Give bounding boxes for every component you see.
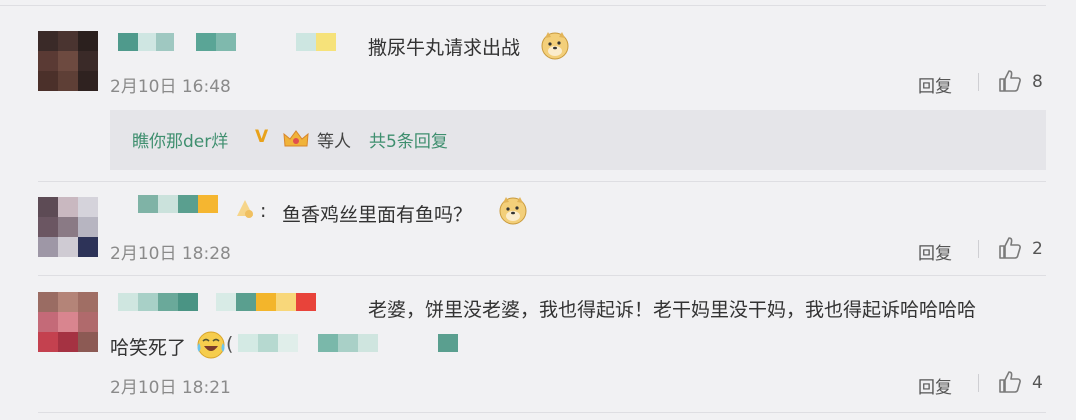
crown-icon [283,130,309,147]
thumbs-up-icon[interactable] [997,369,1023,395]
reply-button[interactable]: 回复 [918,373,952,398]
separator [978,240,979,258]
thumbs-up-icon[interactable] [997,235,1023,261]
reply-button[interactable]: 回复 [918,72,952,97]
doge-emoji-icon [499,197,527,225]
reply-username[interactable]: 瞧你那der烊 [132,127,228,152]
thumbs-up-icon[interactable] [997,68,1023,94]
comment-text-line2: 哈笑死了 [110,337,187,359]
comment-divider [38,412,1046,413]
comment-separator: : [260,200,267,222]
replies-preview[interactable]: 瞧你那der烊 V 等人 共5条回复 [110,110,1046,170]
like-count: 4 [1032,373,1043,393]
reply-button[interactable]: 回复 [918,239,952,264]
like-count: 2 [1032,239,1043,259]
timestamp: 2月10日 18:21 [110,378,231,398]
separator [978,73,979,91]
avatar[interactable] [38,31,98,91]
timestamp: 2月10日 16:48 [110,77,231,97]
mention-paren: ( [226,333,234,355]
comment-text: 撒尿牛丸请求出战 [368,37,521,59]
username-obscured[interactable] [118,293,316,311]
reply-others: 等人 [317,132,351,152]
username-obscured[interactable] [118,33,336,51]
verified-badge: V [255,127,269,147]
reply-count-link[interactable]: 共5条回复 [369,127,448,152]
top-divider [0,5,1046,6]
laugh-cry-emoji-icon [197,331,225,359]
like-count: 8 [1032,72,1043,92]
comment-text: 鱼香鸡丝里面有鱼吗？ [282,204,473,226]
timestamp: 2月10日 18:28 [110,244,231,264]
separator [978,374,979,392]
username-obscured[interactable] [138,195,218,213]
doge-emoji-icon [541,32,569,60]
mention-obscured[interactable] [238,334,458,352]
comment-text-line1: 老婆，饼里没老婆，我也得起诉！老干妈里没干妈，我也得起诉哈哈哈哈 [368,299,977,321]
comment-divider [38,181,1046,182]
avatar[interactable] [38,197,98,257]
user-badge-icon [237,200,253,218]
avatar[interactable] [38,292,98,352]
comment-divider [38,275,1046,276]
